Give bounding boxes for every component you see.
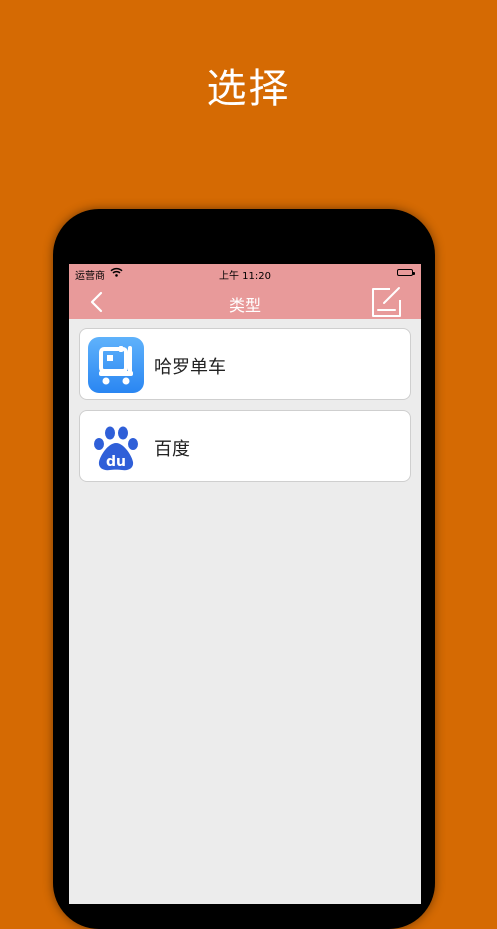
svg-text:du: du [106, 454, 126, 470]
battery-icon [397, 269, 415, 276]
baidu-app-icon: du [88, 419, 144, 475]
type-list: 哈罗单车 du 百度 [79, 328, 411, 492]
status-bar: 运营商 上午 11:20 [69, 264, 421, 284]
promo-headline: 选择 [206, 66, 291, 112]
list-item-label: 百度 [154, 439, 190, 460]
hellobike-app-icon [88, 337, 144, 393]
list-item-hellobike[interactable]: 哈罗单车 [79, 328, 411, 400]
status-time: 上午 11:20 [219, 271, 271, 282]
app-screen: 运营商 上午 11:20 类型 哈罗单车 du 百度 [69, 264, 421, 904]
list-item-baidu[interactable]: du 百度 [79, 410, 411, 482]
list-item-label: 哈罗单车 [154, 357, 226, 378]
nav-bar: 类型 [69, 284, 421, 319]
edit-note-icon[interactable] [369, 285, 403, 319]
